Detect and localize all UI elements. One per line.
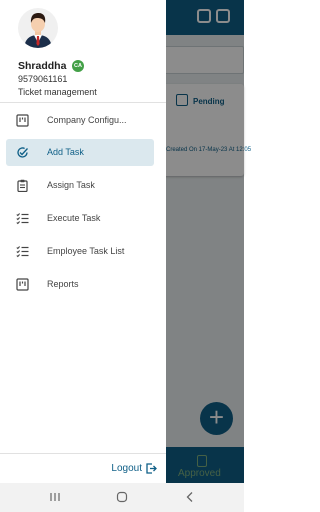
checklist-icon xyxy=(16,212,29,225)
menu-item-label: Add Task xyxy=(47,147,84,157)
logout-icon xyxy=(146,463,157,474)
home-icon[interactable] xyxy=(115,490,129,504)
task-check-icon xyxy=(16,146,29,159)
menu-item-company-configuration[interactable]: Company Configu... xyxy=(6,107,154,134)
menu-item-label: Employee Task List xyxy=(47,246,125,256)
menu-item-label: Assign Task xyxy=(47,180,95,190)
navigation-drawer: Shraddha CA 9579061161 Ticket management… xyxy=(0,0,166,483)
drawer-footer: Logout xyxy=(0,453,166,483)
menu-item-label: Execute Task xyxy=(47,213,101,223)
report-icon xyxy=(16,278,29,291)
logout-button[interactable]: Logout xyxy=(111,463,157,474)
system-navigation-bar xyxy=(0,483,244,512)
profile-module: Ticket management xyxy=(18,87,97,97)
building-icon xyxy=(16,114,29,127)
clipboard-icon xyxy=(16,179,29,192)
menu-item-execute-task[interactable]: Execute Task xyxy=(6,205,154,232)
menu-item-reports[interactable]: Reports xyxy=(6,271,154,298)
profile-header: Shraddha CA 9579061161 Ticket management xyxy=(0,0,166,103)
logout-label: Logout xyxy=(111,463,142,474)
role-badge: CA xyxy=(72,60,84,72)
profile-name: Shraddha xyxy=(18,60,67,72)
menu-item-assign-task[interactable]: Assign Task xyxy=(6,172,154,199)
menu-item-add-task[interactable]: Add Task xyxy=(6,139,154,166)
profile-phone: 9579061161 xyxy=(18,74,68,84)
menu-item-employee-task-list[interactable]: Employee Task List xyxy=(6,238,154,265)
recents-icon[interactable] xyxy=(48,490,62,504)
back-icon[interactable] xyxy=(183,490,197,504)
menu-item-label: Reports xyxy=(47,279,79,289)
checklist-icon xyxy=(16,245,29,258)
avatar[interactable] xyxy=(18,8,58,48)
menu-item-label: Company Configu... xyxy=(47,115,127,125)
